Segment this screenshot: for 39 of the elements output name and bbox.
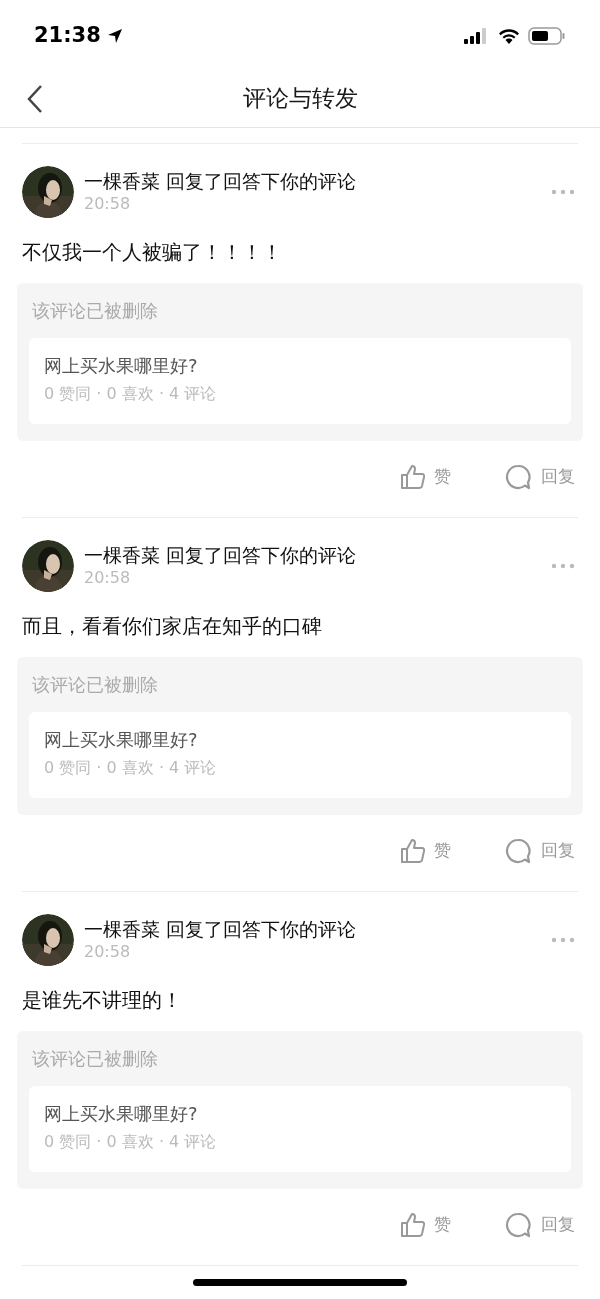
deleted-notice: 该评论已被删除 [31,299,159,323]
thumbs-up-icon [400,464,426,490]
speech-bubble-icon [505,1212,531,1238]
question-card[interactable]: 网上买水果哪里好? 0 赞同 · 0 喜欢 · 4 评论 [29,712,571,798]
author-name[interactable]: 一棵香菜 [84,169,160,193]
question-stats: 0 赞同 · 0 喜欢 · 4 评论 [44,383,218,405]
timestamp: 20:58 [84,941,132,963]
question-title: 网上买水果哪里好? [44,1102,199,1126]
question-stats: 0 赞同 · 0 喜欢 · 4 评论 [44,757,218,779]
activity-text: 回复了回答下你的评论 [166,917,356,941]
speech-bubble-icon [505,838,531,864]
status-time: 21:38 [34,22,101,50]
location-arrow-icon [106,28,123,44]
question-title: 网上买水果哪里好? [44,728,199,752]
question-stats: 0 赞同 · 0 喜欢 · 4 评论 [44,1131,218,1153]
question-card[interactable]: 网上买水果哪里好? 0 赞同 · 0 喜欢 · 4 评论 [29,1086,571,1172]
thumbs-up-icon [400,1212,426,1238]
question-title: 网上买水果哪里好? [44,354,199,378]
comment-text: 而且，看看你们家店在知乎的口碑 [22,613,323,640]
back-chevron-icon [26,84,44,114]
comment-text: 不仅我一个人被骗了！！！！ [22,239,283,266]
author-name[interactable]: 一棵香菜 [84,543,160,567]
timestamp: 20:58 [84,193,132,215]
page-title: 评论与转发 [242,84,358,114]
timestamp: 20:58 [84,567,132,589]
question-card[interactable]: 网上买水果哪里好? 0 赞同 · 0 喜欢 · 4 评论 [29,338,571,424]
battery-icon [528,27,566,45]
deleted-notice: 该评论已被删除 [31,1047,159,1071]
thumbs-up-icon [400,838,426,864]
comment-text: 是谁先不讲理的！ [22,987,183,1014]
author-name[interactable]: 一棵香菜 [84,917,160,941]
wifi-icon [498,28,520,44]
more-button[interactable] [550,187,576,197]
activity-text: 回复了回答下你的评论 [166,543,356,567]
deleted-notice: 该评论已被删除 [31,673,159,697]
speech-bubble-icon [505,464,531,490]
activity-text: 回复了回答下你的评论 [166,169,356,193]
more-button[interactable] [550,561,576,571]
more-button[interactable] [550,935,576,945]
